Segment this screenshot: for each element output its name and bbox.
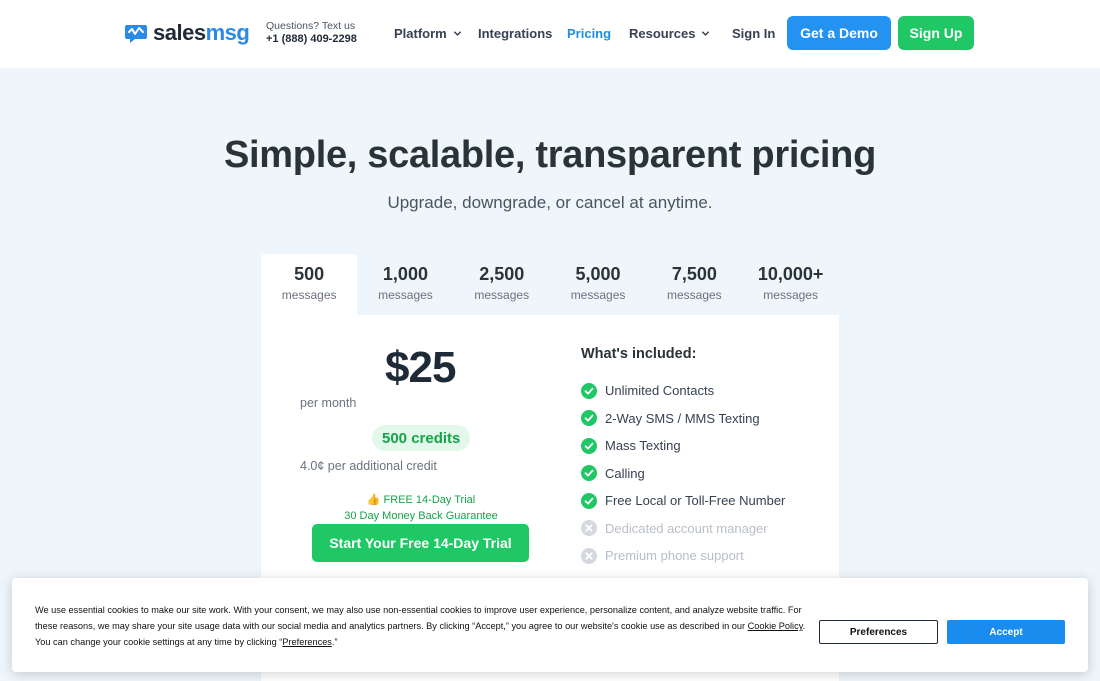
tab-5000[interactable]: 5,000 messages [550, 254, 646, 315]
feature-label: Mass Texting [605, 438, 681, 454]
sign-in-label: Sign In [732, 26, 776, 41]
x-circle-icon [581, 547, 597, 564]
chat-bubble-logo-icon [125, 25, 147, 43]
start-trial-button[interactable]: Start Your Free 14-Day Trial [312, 524, 529, 562]
feature-label: 2-Way SMS / MMS Texting [605, 410, 760, 426]
nav-resources[interactable]: Resources [629, 26, 710, 41]
cookie-text-part: .” [331, 637, 338, 647]
feature-item: Unlimited Contacts [581, 377, 785, 405]
cookie-policy-link[interactable]: Cookie Policy [748, 621, 803, 631]
check-circle-icon [581, 382, 597, 399]
feature-item-excluded: Dedicated account manager [581, 515, 785, 543]
nav-integrations-label: Integrations [478, 26, 553, 41]
plan-price: $25 [385, 343, 456, 392]
tab-value: 2,500 [479, 264, 525, 284]
tab-label: messages [378, 288, 433, 302]
tab-label: messages [570, 288, 626, 302]
nav-pricing[interactable]: Pricing [567, 26, 611, 41]
feature-label: Free Local or Toll-Free Number [605, 493, 786, 509]
feature-item: Mass Texting [581, 432, 785, 460]
salesmsg-logo[interactable]: salesmsg [124, 20, 250, 46]
feature-label: Premium phone support [605, 548, 744, 564]
check-circle-icon [581, 410, 597, 427]
nav-integrations[interactable]: Integrations [478, 26, 552, 41]
feature-list: Unlimited Contacts 2-Way SMS / MMS Texti… [581, 377, 785, 570]
feature-label: Calling [605, 465, 645, 481]
cookie-message: We use essential cookies to make our sit… [35, 602, 815, 650]
accept-button[interactable]: Accept [947, 620, 1065, 644]
cookie-banner: We use essential cookies to make our sit… [12, 578, 1088, 672]
contact-info: Questions? Text us +1 (888) 409-2298 [266, 20, 357, 46]
nav-pricing-label: Pricing [567, 26, 612, 41]
additional-credit-price: 4.0¢ per additional credit [300, 459, 437, 473]
free-trial-text: FREE 14-Day Trial [383, 494, 476, 506]
logo-wordmark: salesmsg [153, 20, 250, 45]
tab-500[interactable]: 500 messages [261, 254, 358, 315]
nav-platform[interactable]: Platform [394, 26, 462, 41]
tab-value: 7,500 [671, 264, 717, 284]
sign-up-button[interactable]: Sign Up [898, 16, 974, 50]
feature-item: 2-Way SMS / MMS Texting [581, 405, 785, 433]
tab-1000[interactable]: 1,000 messages [357, 254, 453, 315]
plan-period: per month [300, 396, 357, 410]
feature-label: Unlimited Contacts [605, 383, 715, 399]
tab-value: 1,000 [382, 264, 428, 284]
credits-badge: 500 credits [372, 425, 471, 451]
tab-2500[interactable]: 2,500 messages [454, 254, 550, 315]
feature-item-excluded: Premium phone support [581, 542, 785, 570]
page-title: Simple, scalable, transparent pricing [223, 134, 876, 176]
check-circle-icon [581, 492, 597, 509]
x-circle-icon [581, 520, 597, 537]
site-header: salesmsg Questions? Text us +1 (888) 409… [0, 0, 1100, 68]
get-demo-button[interactable]: Get a Demo [787, 16, 891, 50]
tab-label: messages [474, 288, 530, 302]
feature-item: Free Local or Toll-Free Number [581, 487, 785, 515]
message-volume-tabs: 500 messages 1,000 messages 2,500 messag… [261, 254, 839, 315]
check-circle-icon [581, 437, 597, 454]
nav-sign-in[interactable]: Sign In [732, 26, 775, 41]
feature-label: Dedicated account manager [605, 520, 768, 536]
check-circle-icon [581, 465, 597, 482]
tab-label: messages [281, 288, 337, 302]
contact-phone[interactable]: +1 (888) 409-2298 [266, 33, 357, 46]
chevron-down-icon [453, 31, 461, 36]
nav-platform-label: Platform [394, 26, 447, 41]
money-back-guarantee: 30 Day Money Back Guarantee [344, 510, 498, 522]
tab-label: messages [763, 288, 818, 302]
nav-resources-label: Resources [629, 26, 696, 41]
tab-value: 5,000 [575, 264, 621, 284]
tab-value: 10,000+ [757, 264, 824, 284]
included-heading: What's included: [581, 346, 697, 362]
tab-label: messages [666, 288, 722, 302]
free-trial-note: 👍 FREE 14-Day Trial [301, 493, 541, 506]
cookie-text-part: We use essential cookies to make our sit… [35, 605, 802, 631]
page-subtitle: Upgrade, downgrade, or cancel at anytime… [387, 193, 713, 212]
chevron-down-icon [702, 31, 710, 36]
preferences-button[interactable]: Preferences [819, 620, 938, 644]
tab-10000-plus[interactable]: 10,000+ messages [742, 254, 838, 315]
tab-7500[interactable]: 7,500 messages [646, 254, 742, 315]
tab-value: 500 [294, 264, 325, 284]
contact-question: Questions? Text us [266, 20, 356, 32]
thumbs-up-icon: 👍 [366, 494, 381, 506]
preferences-link[interactable]: Preferences [282, 637, 332, 647]
feature-item: Calling [581, 460, 785, 488]
